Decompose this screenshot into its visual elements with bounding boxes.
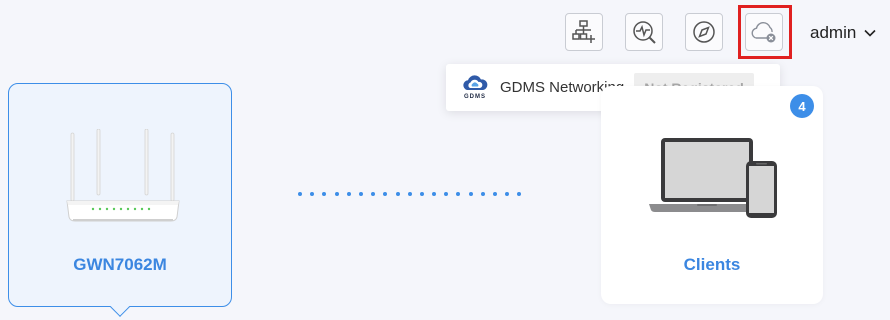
compass-icon [693,21,715,43]
username: admin [810,23,857,42]
laptop-phone-icon [649,138,777,218]
gdms-logo: GDMS [460,72,490,104]
add-topology-button[interactable] [565,13,603,51]
gdms-logo-text: GDMS [464,94,486,100]
clients-count-badge: 4 [790,94,814,118]
cloud-button-highlight [738,5,792,59]
diagnostics-button[interactable] [625,13,663,51]
clients-label: Clients [683,255,741,274]
connection-line [298,192,530,196]
device-name: GWN7062M [73,255,167,274]
device-card[interactable]: GWN7062M [8,83,232,317]
clients-card[interactable]: Clients [601,86,823,304]
topology-add-icon [572,20,595,43]
chevron-down-icon [864,29,876,37]
user-menu[interactable]: admin [810,22,876,44]
diagnostics-icon [633,21,656,44]
device-card-pointer [110,297,130,317]
compass-button[interactable] [685,13,723,51]
router-icon [66,129,180,222]
gdms-cloud-icon [463,75,488,90]
